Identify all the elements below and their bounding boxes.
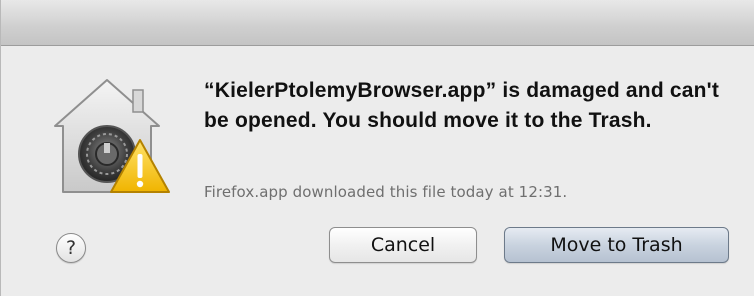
alert-message: “KielerPtolemyBrowser.app” is damaged an… (204, 79, 720, 132)
gatekeeper-warning-icon (54, 79, 170, 193)
alert-dialog: “KielerPtolemyBrowser.app” is damaged an… (0, 0, 754, 296)
move-to-trash-button[interactable]: Move to Trash (504, 227, 729, 263)
cancel-button[interactable]: Cancel (329, 227, 477, 263)
help-button[interactable]: ? (56, 233, 86, 263)
alert-informative-text: Firefox.app downloaded this file today a… (204, 183, 568, 201)
window-titlebar[interactable] (1, 0, 754, 46)
